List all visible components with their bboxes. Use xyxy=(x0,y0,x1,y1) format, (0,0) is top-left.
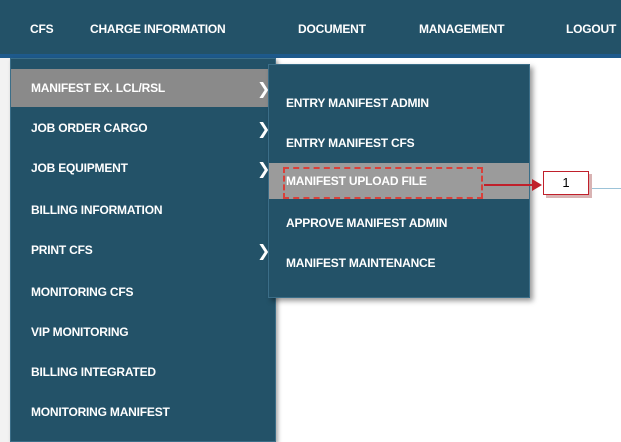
submenu-item-manifest-maintenance[interactable]: MANIFEST MAINTENANCE xyxy=(269,245,529,281)
callout-arrow-head-icon xyxy=(532,179,542,191)
menu-item-label: MANIFEST EX. LCL/RSL xyxy=(31,81,166,95)
menu-item-billing-information[interactable]: BILLING INFORMATION xyxy=(11,191,275,229)
nav-logout[interactable]: LOGOUT xyxy=(566,22,616,36)
menu-item-monitoring-cfs[interactable]: MONITORING CFS xyxy=(11,273,275,311)
submenu-item-entry-manifest-cfs[interactable]: ENTRY MANIFEST CFS xyxy=(269,125,529,161)
menu-item-manifest-ex-lcl-rsl[interactable]: MANIFEST EX. LCL/RSL ❯ xyxy=(11,69,275,107)
menu-item-job-equipment[interactable]: JOB EQUIPMENT ❯ xyxy=(11,149,275,187)
submenu-item-label: ENTRY MANIFEST ADMIN xyxy=(286,96,429,110)
menu-item-print-cfs[interactable]: PRINT CFS ❯ xyxy=(11,231,275,269)
menu-item-label: BILLING INFORMATION xyxy=(31,203,163,217)
background-divider xyxy=(590,188,621,189)
menu-item-label: JOB EQUIPMENT xyxy=(31,161,128,175)
nav-charge-information[interactable]: CHARGE INFORMATION xyxy=(90,22,226,36)
submenu-item-approve-manifest-admin[interactable]: APPROVE MANIFEST ADMIN xyxy=(269,205,529,241)
menu-item-label: PRINT CFS xyxy=(31,243,93,257)
menu-item-label: VIP MONITORING xyxy=(31,325,129,339)
menu-item-label: MONITORING MANIFEST xyxy=(31,405,170,419)
step-number-callout: 1 xyxy=(543,171,589,195)
nav-management[interactable]: MANAGEMENT xyxy=(419,22,505,36)
callout-arrow-line xyxy=(484,184,538,186)
cfs-dropdown-menu: MANIFEST EX. LCL/RSL ❯ JOB ORDER CARGO ❯… xyxy=(10,58,276,442)
menu-item-label: BILLING INTEGRATED xyxy=(31,365,156,379)
submenu-item-label: MANIFEST MAINTENANCE xyxy=(286,256,436,270)
page-left-edge xyxy=(0,58,10,442)
menu-item-job-order-cargo[interactable]: JOB ORDER CARGO ❯ xyxy=(11,109,275,147)
submenu-item-label: APPROVE MANIFEST ADMIN xyxy=(286,216,448,230)
nav-cfs[interactable]: CFS xyxy=(30,22,54,36)
submenu-item-entry-manifest-admin[interactable]: ENTRY MANIFEST ADMIN xyxy=(269,85,529,121)
top-navigation-bar: CFS CHARGE INFORMATION DOCUMENT MANAGEME… xyxy=(0,0,621,58)
menu-item-label: MONITORING CFS xyxy=(31,285,134,299)
highlight-dashed-box xyxy=(283,167,483,199)
menu-item-billing-integrated[interactable]: BILLING INTEGRATED xyxy=(11,353,275,391)
submenu-item-label: ENTRY MANIFEST CFS xyxy=(286,136,415,150)
nav-document[interactable]: DOCUMENT xyxy=(298,22,366,36)
menu-item-label: JOB ORDER CARGO xyxy=(31,121,148,135)
menu-item-monitoring-manifest[interactable]: MONITORING MANIFEST xyxy=(11,393,275,431)
menu-item-vip-monitoring[interactable]: VIP MONITORING xyxy=(11,313,275,351)
